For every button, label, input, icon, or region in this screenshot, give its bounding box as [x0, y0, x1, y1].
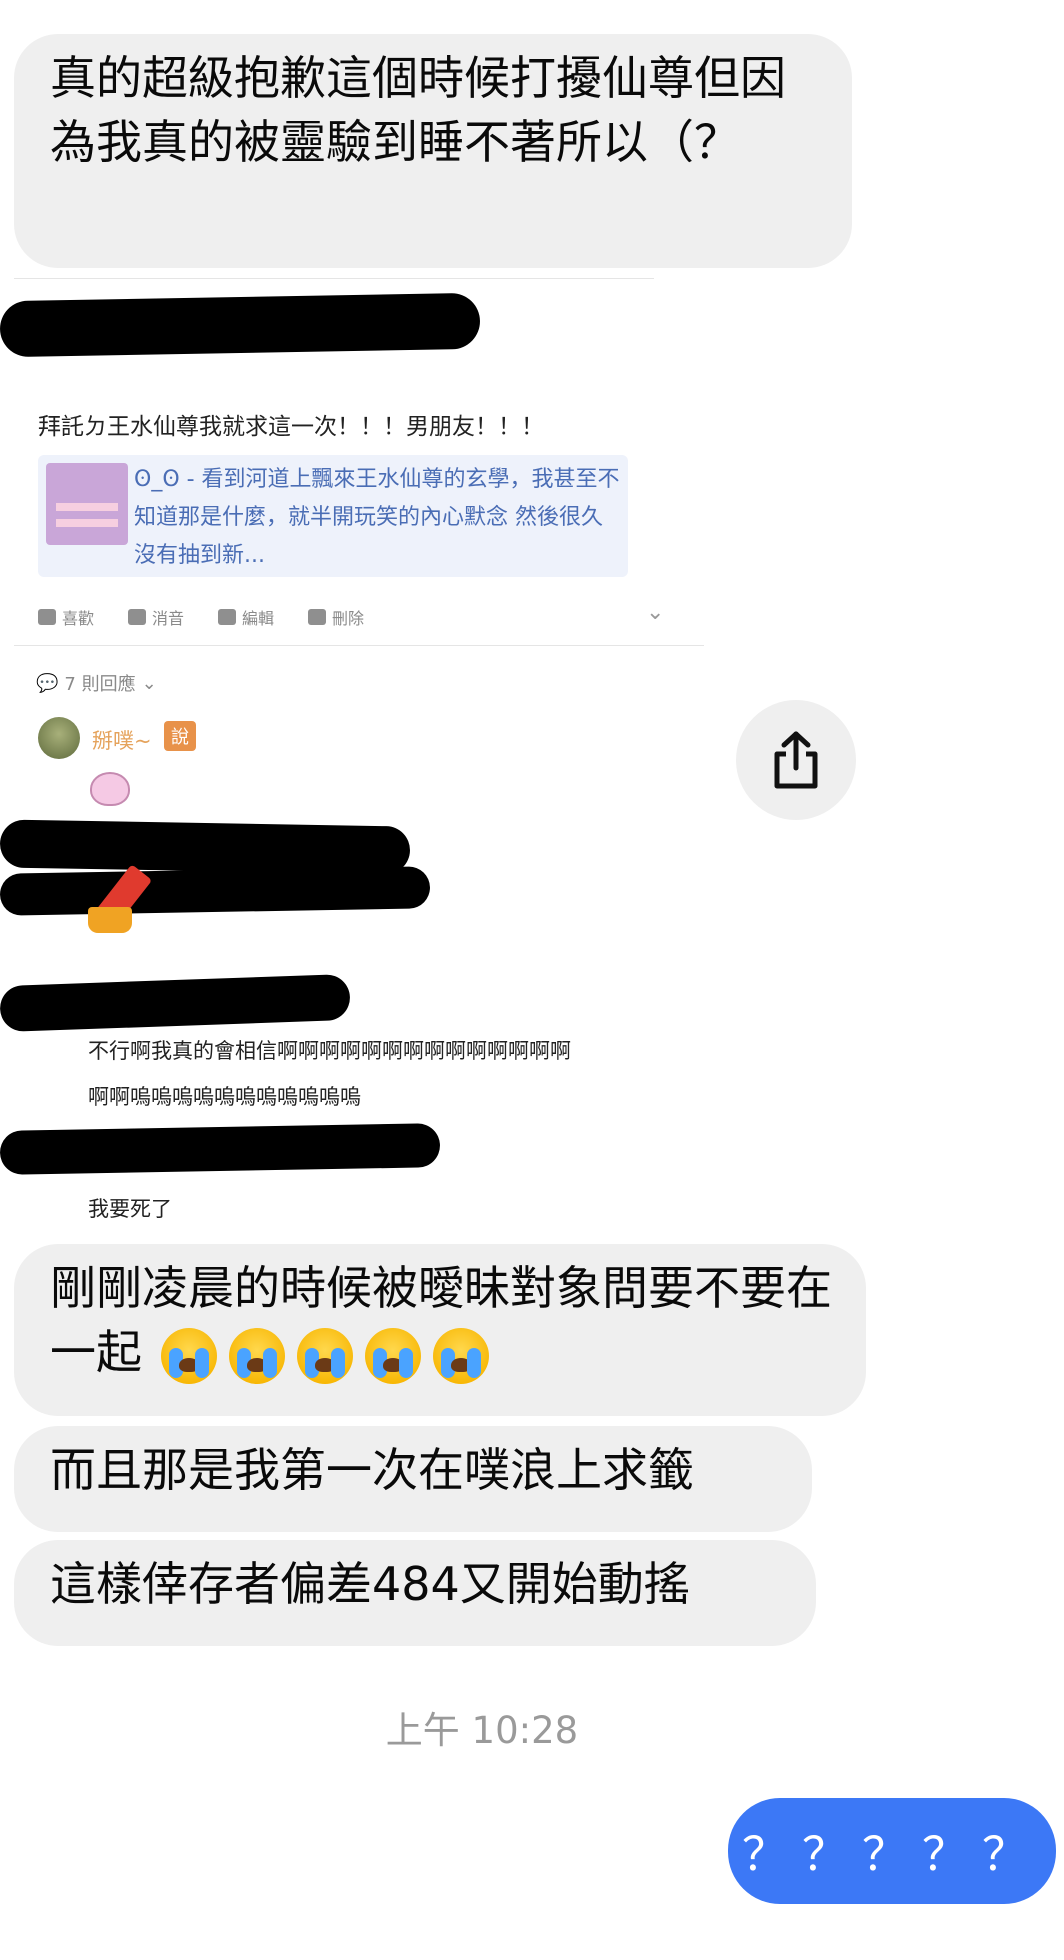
- share-button[interactable]: [736, 700, 856, 820]
- reply-text: 不行啊我真的會相信啊啊啊啊啊啊啊啊啊啊啊啊啊啊: [88, 1039, 571, 1063]
- crying-face-icon: [364, 1327, 421, 1384]
- heart-icon: [38, 609, 56, 625]
- speaker-icon: [128, 609, 147, 625]
- reply-text: 我要死了: [88, 1197, 172, 1221]
- delete-action[interactable]: 刪除: [308, 605, 364, 629]
- post-actions: 喜歡 消音 編輯 刪除: [38, 605, 364, 629]
- emoji-row: [160, 1327, 489, 1384]
- says-badge: 說: [164, 721, 196, 751]
- divider: [14, 645, 704, 646]
- redaction-bar: [0, 819, 411, 875]
- message-bubble-3[interactable]: 而且那是我第一次在噗浪上求籤: [14, 1426, 812, 1532]
- crying-face-icon: [296, 1327, 353, 1384]
- message-bubble-4[interactable]: 這樣倖存者偏差484又開始動搖: [14, 1540, 816, 1646]
- pig-emoticon-icon: [90, 772, 130, 806]
- like-action[interactable]: 喜歡: [38, 605, 94, 629]
- redaction-bar: [0, 973, 351, 1033]
- speech-bubble-icon: 💬: [36, 672, 59, 694]
- message-bubble-outgoing[interactable]: ？？？？？: [728, 1798, 1056, 1904]
- message-text: 而且那是我第一次在噗浪上求籤: [50, 1443, 694, 1497]
- card-text: ʘ_ʘ - 看到河道上飄來王水仙尊的玄學，我甚至不知道那是什麼，就半開玩笑的內心…: [134, 467, 620, 568]
- reply-text: 啊啊嗚嗚嗚嗚嗚嗚嗚嗚嗚嗚嗚: [88, 1085, 361, 1109]
- crying-face-icon: [160, 1327, 217, 1384]
- omikuji-icon: [88, 864, 153, 935]
- redaction-bar: [0, 292, 481, 358]
- post-text: 拜託ㄉ王水仙尊我就求這一次！！！男朋友！！！: [38, 414, 544, 440]
- trash-icon: [308, 609, 327, 625]
- shared-screenshot[interactable]: 拜託ㄉ王水仙尊我就求這一次！！！男朋友！！！ ʘ_ʘ - 看到河道上飄來王水仙尊…: [0, 275, 714, 1225]
- message-text: ？？？？？: [742, 1827, 1042, 1881]
- chevron-down-icon: ⌄: [141, 672, 157, 694]
- reply-count[interactable]: 💬 7 則回應 ⌄: [36, 670, 157, 696]
- message-bubble-1[interactable]: 真的超級抱歉這個時候打擾仙尊但因為我真的被靈驗到睡不著所以（？: [14, 34, 852, 268]
- message-text: 真的超級抱歉這個時候打擾仙尊但因為我真的被靈驗到睡不著所以（？: [50, 51, 786, 169]
- timestamp: 上午 10:28: [385, 1709, 579, 1752]
- mute-action[interactable]: 消音: [128, 605, 184, 629]
- avatar: [38, 717, 80, 759]
- crying-face-icon: [228, 1327, 285, 1384]
- message-bubble-2[interactable]: 剛剛凌晨的時候被曖昧對象問要不要在一起: [14, 1244, 866, 1416]
- chevron-down-icon[interactable]: ⌄: [646, 600, 664, 625]
- share-icon: [774, 731, 818, 789]
- edit-action[interactable]: 編輯: [218, 605, 274, 629]
- message-text: 這樣倖存者偏差484又開始動搖: [50, 1557, 690, 1611]
- card-thumbnail: [46, 463, 128, 545]
- username: 掰噗~: [92, 729, 152, 753]
- crying-face-icon: [432, 1327, 489, 1384]
- redaction-bar: [0, 866, 431, 916]
- link-preview-card[interactable]: ʘ_ʘ - 看到河道上飄來王水仙尊的玄學，我甚至不知道那是什麼，就半開玩笑的內心…: [38, 455, 628, 577]
- pencil-icon: [218, 609, 237, 625]
- redaction-bar: [0, 1123, 441, 1175]
